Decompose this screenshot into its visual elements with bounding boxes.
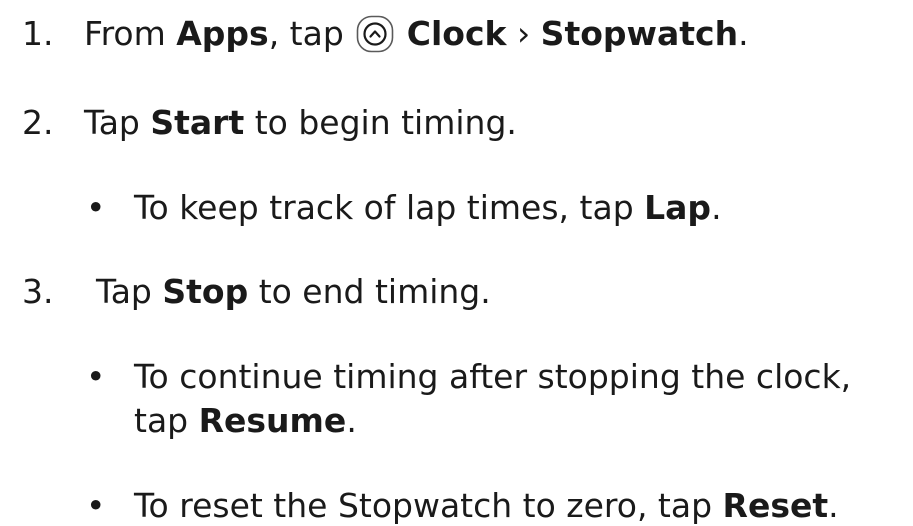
reset-label: Reset: [722, 486, 829, 525]
clock-label: Clock: [406, 14, 507, 53]
separator: ›: [506, 14, 541, 53]
apps-label: Apps: [176, 14, 269, 53]
text-segment: To reset the Stopwatch to zero, tap: [134, 486, 723, 525]
text-segment: To keep track of lap times, tap: [134, 188, 645, 227]
step-text: From Apps, tap Clock › Stopwatch.: [84, 14, 749, 54]
text-segment: .: [828, 486, 839, 525]
text-segment: Tap: [84, 103, 151, 142]
text-segment: .: [738, 14, 749, 53]
instructions-document: 1. From Apps, tap Clock › Stopwatch. 2. …: [0, 0, 913, 526]
text-segment: to begin timing.: [244, 103, 517, 142]
text-segment: , tap: [268, 14, 355, 53]
bullet-symbol: •: [86, 486, 106, 525]
step-number: 3.: [22, 272, 54, 311]
bullet-symbol: •: [86, 357, 106, 396]
bullet-text: To continue timing after stopping the cl…: [134, 357, 852, 396]
step-number: 1.: [22, 14, 54, 53]
text-segment: to end timing.: [248, 272, 491, 311]
clock-app-icon: [356, 15, 394, 53]
step-text: Tap Start to begin timing.: [84, 103, 517, 143]
resume-label: Resume: [198, 401, 347, 440]
step-number: 2.: [22, 103, 54, 142]
bullet-text: To reset the Stopwatch to zero, tap Rese…: [134, 486, 839, 526]
bullet-symbol: •: [86, 188, 106, 227]
text-segment: Tap: [96, 272, 163, 311]
text-segment: From: [84, 14, 177, 53]
text-segment: .: [711, 188, 722, 227]
stopwatch-label: Stopwatch: [540, 14, 739, 53]
lap-label: Lap: [644, 188, 712, 227]
start-label: Start: [150, 103, 245, 142]
step-text: Tap Stop to end timing.: [96, 272, 491, 312]
bullet-text: To keep track of lap times, tap Lap.: [134, 188, 722, 228]
text-segment: .: [346, 401, 357, 440]
stop-label: Stop: [162, 272, 249, 311]
text-segment: tap: [134, 401, 199, 440]
bullet-resume-continued: tap Resume.: [134, 401, 357, 441]
